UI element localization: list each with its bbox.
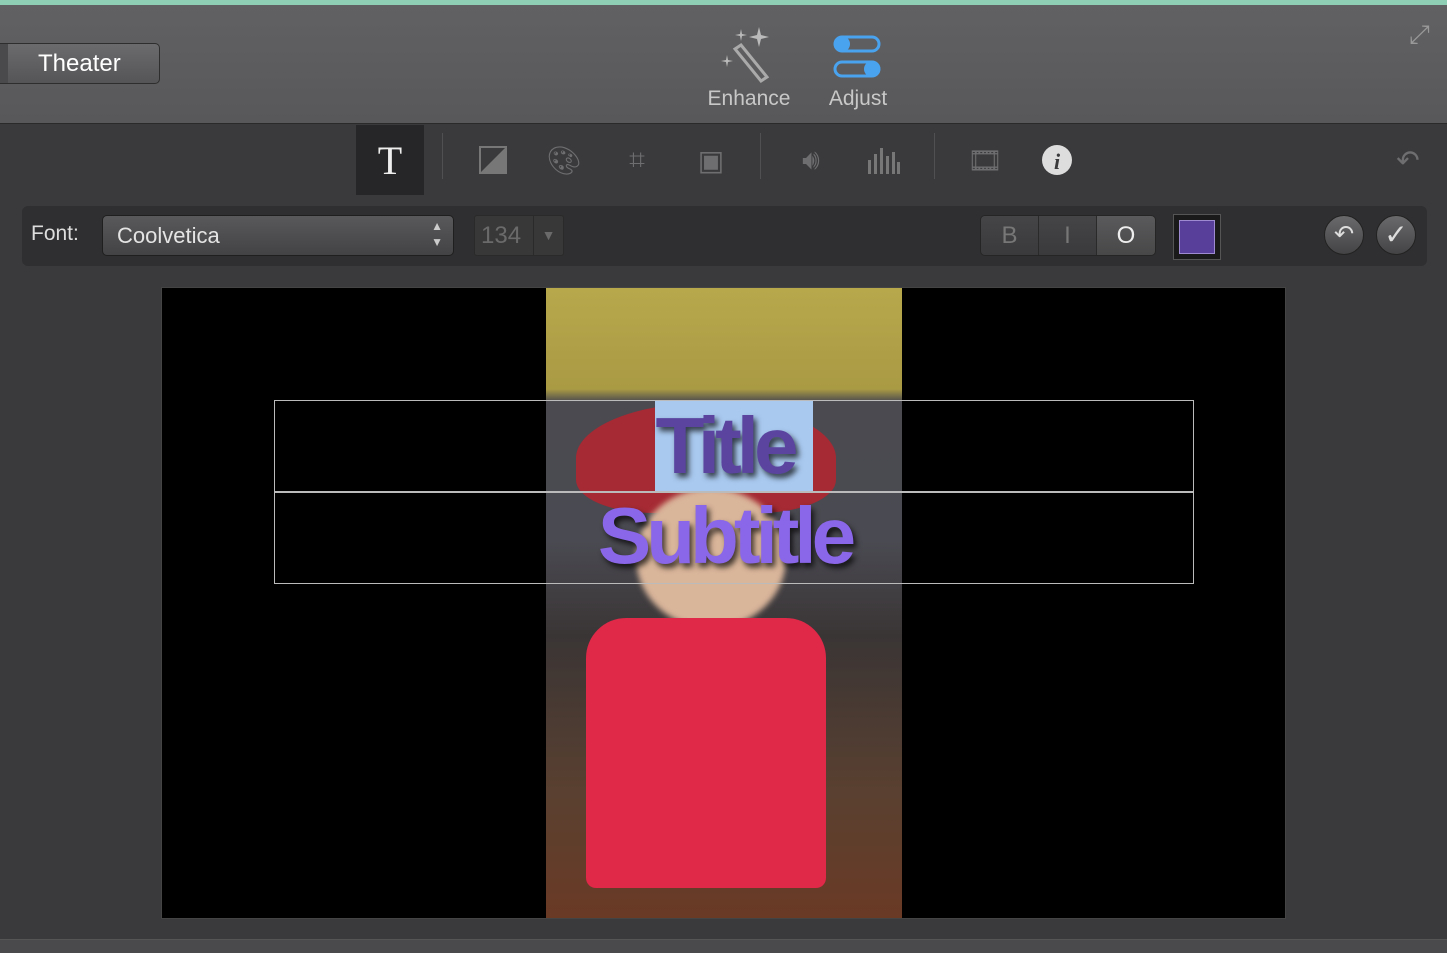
title-icon[interactable]: T xyxy=(356,125,424,195)
theater-button[interactable]: Theater xyxy=(0,43,160,84)
bottom-divider xyxy=(0,939,1447,953)
adjust-sliders-icon xyxy=(818,27,898,87)
shirt-shape xyxy=(586,618,826,888)
text-color-swatch[interactable] xyxy=(1173,214,1221,260)
title-font-bar: Font: Coolvetica ▲ ▼ 134 ▼ B I O ↶ ✓ xyxy=(22,206,1427,266)
stabilization-icon[interactable]: ▣ xyxy=(688,125,734,195)
crop-icon[interactable]: ⌗ xyxy=(614,125,660,195)
font-value: Coolvetica xyxy=(117,223,220,248)
noise-reduction-icon[interactable] xyxy=(860,125,906,195)
reset-icon[interactable]: ↶ xyxy=(1324,215,1364,255)
subtitle-text[interactable]: Subtitle xyxy=(162,490,1285,582)
volume-icon[interactable]: 🔊︎ xyxy=(788,125,834,195)
color-fill xyxy=(1179,220,1215,254)
adjust-button[interactable]: Adjust xyxy=(818,27,898,111)
fullscreen-expand-icon[interactable]: ⤢ xyxy=(1409,19,1439,49)
svg-text:i: i xyxy=(1054,149,1061,174)
header-bar: Theater Enhance Adjust ⤢ xyxy=(0,5,1447,124)
adjust-toolbar: T 🎨︎ ⌗ ▣ 🔊︎ 🎞︎ i ↶ xyxy=(0,125,1447,195)
font-size-select[interactable]: 134 ▼ xyxy=(474,215,564,256)
apply-checkmark-icon[interactable]: ✓ xyxy=(1376,215,1416,255)
outline-button[interactable]: O xyxy=(1097,216,1155,255)
clip-info-icon[interactable]: i xyxy=(1034,125,1080,195)
magic-wand-icon xyxy=(700,27,798,87)
italic-button[interactable]: I xyxy=(1039,216,1097,255)
chevron-down-icon: ▼ xyxy=(533,216,563,255)
divider xyxy=(934,133,935,179)
font-select[interactable]: Coolvetica ▲ ▼ xyxy=(102,215,454,256)
divider xyxy=(442,133,443,179)
style-buttons: B I O xyxy=(980,215,1156,256)
video-viewer[interactable]: Title Subtitle xyxy=(161,287,1286,919)
enhance-label: Enhance xyxy=(707,87,791,110)
stepper-arrows-icon: ▲ ▼ xyxy=(431,219,443,249)
adjust-label: Adjust xyxy=(828,87,888,110)
color-balance-icon[interactable] xyxy=(470,125,516,195)
enhance-button[interactable]: Enhance xyxy=(700,27,798,111)
divider xyxy=(760,133,761,179)
speed-icon[interactable]: 🎞︎ xyxy=(962,125,1008,195)
bold-button[interactable]: B xyxy=(981,216,1039,255)
font-size-value: 134 xyxy=(481,222,522,249)
font-label: Font: xyxy=(31,222,79,245)
color-correction-icon[interactable]: 🎨︎ xyxy=(540,125,588,195)
title-text[interactable]: Title xyxy=(162,400,1285,492)
reset-all-icon[interactable]: ↶ xyxy=(1388,125,1428,195)
video-frame-image xyxy=(546,288,902,918)
